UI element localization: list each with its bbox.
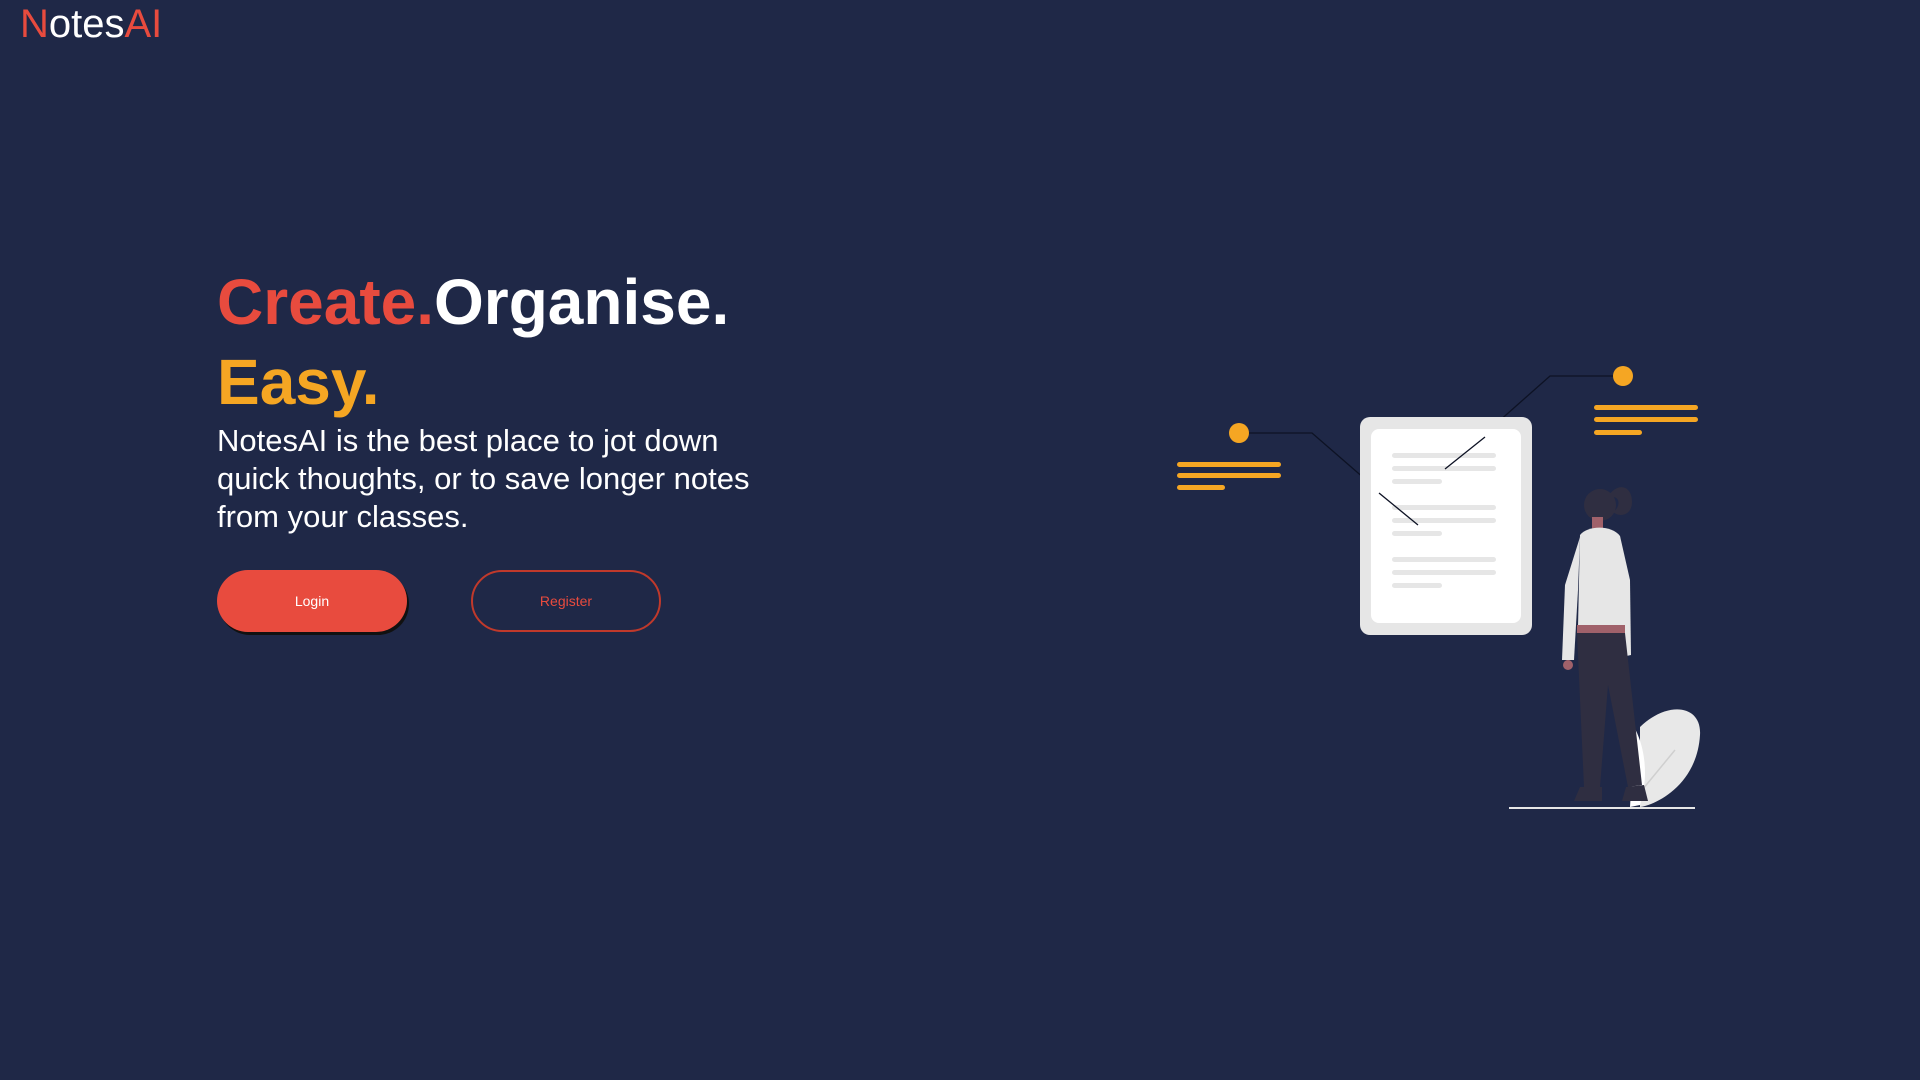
- headline-word-create: Create.: [217, 266, 434, 338]
- hero-section: Create.Organise. Easy. NotesAI is the be…: [217, 262, 837, 632]
- logo-text-otes: otes: [48, 2, 125, 46]
- cta-buttons: Login Register: [217, 570, 837, 632]
- woman-viewing-document-illustration: [1177, 366, 1701, 809]
- logo-text-ai: AI: [124, 2, 163, 46]
- document-icon: [1360, 417, 1532, 635]
- logo-letter-n: N: [20, 2, 49, 46]
- headline-word-organise: Organise.: [434, 266, 730, 338]
- app-logo[interactable]: NotesAI: [20, 0, 162, 48]
- hero-tagline: NotesAI is the best place to jot down qu…: [217, 423, 750, 534]
- headline-word-easy: Easy.: [217, 346, 380, 418]
- woman-figure-icon: [1562, 487, 1648, 801]
- landing-page: NotesAI Create.Organise. Easy. NotesAI i…: [0, 0, 1920, 1080]
- login-button[interactable]: Login: [217, 570, 407, 632]
- register-button[interactable]: Register: [471, 570, 661, 632]
- hero-headline: Create.Organise. Easy.: [217, 262, 837, 422]
